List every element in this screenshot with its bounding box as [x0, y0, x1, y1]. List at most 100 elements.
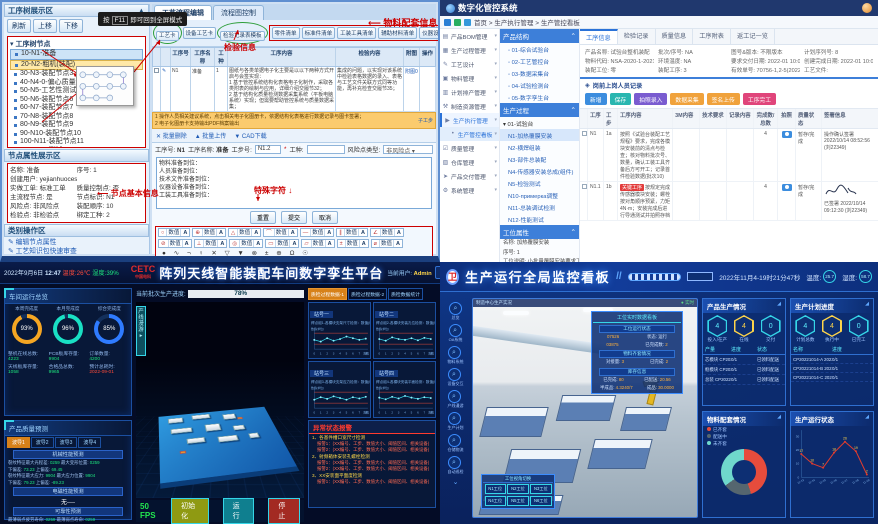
figure-link[interactable]: 附图0 — [404, 67, 420, 111]
sidebar-item[interactable]: ▧仓库管理▾ — [440, 155, 499, 169]
sidebar-item[interactable]: ⚒制造资源管理▾ — [440, 99, 499, 113]
sidebar-tool[interactable]: ⌕产线漫游 — [448, 390, 464, 409]
process-tree-item[interactable]: N5-检验测试 — [500, 177, 579, 189]
batch-action-link[interactable]: ▲ 批量上传 — [195, 131, 227, 140]
window-color-square[interactable] — [444, 19, 451, 26]
sidebar-item[interactable]: ▦生产过程管理▾ — [440, 43, 499, 57]
toolbar-button[interactable]: 标准件清单 — [302, 27, 336, 39]
glyph-button[interactable]: ▼ — [237, 250, 246, 257]
mes-tab[interactable]: 质量信息 — [656, 29, 694, 44]
viewpoint-button[interactable]: N6工位 — [530, 496, 551, 506]
glyph-button[interactable]: ▽ — [225, 250, 233, 257]
form-button[interactable]: 提交 — [281, 211, 307, 224]
sim-button[interactable]: 停止 — [268, 498, 300, 524]
special-char-button[interactable]: ◎数值A — [229, 239, 263, 248]
tree-root[interactable]: ▾ 01-试验台 — [500, 117, 579, 129]
workshop-camera-view[interactable]: 制造中心生产实况● 实时 工位实时数据看板工位运行状态07526状态: 运行03… — [472, 298, 698, 518]
worktype-input[interactable] — [307, 145, 345, 154]
form-button[interactable]: 取消 — [312, 211, 338, 224]
action-button[interactable]: 签名上传 — [707, 93, 740, 105]
sidebar-tool[interactable]: ⌕生产计划 — [448, 412, 464, 431]
toolbar-button[interactable]: 工艺卡 — [156, 31, 179, 41]
product-tree-item[interactable]: ◦ 01-综合试验台 — [500, 43, 579, 55]
special-char-button[interactable]: ○数值A — [158, 228, 190, 237]
special-char-button[interactable]: —数值A — [300, 228, 335, 237]
process-tree-item[interactable]: N1-加热覆膜安装 — [500, 129, 579, 141]
sidebar-item[interactable]: ☑质量管理▾ — [440, 141, 499, 155]
process-tree-item[interactable]: N4-传感器安装总成(组件) — [500, 165, 579, 177]
section-button[interactable]: 可靠性预测 — [13, 507, 123, 516]
collapse-icon[interactable]: ⌃ — [571, 32, 576, 40]
process-tree-item[interactable]: N10-примерка调整 — [500, 189, 579, 201]
sidebar-item[interactable]: ▣物料管理▾ — [440, 71, 499, 85]
viewpoint-button[interactable]: N3工位 — [530, 484, 551, 494]
tree-root[interactable]: ▾ 工序树节点 — [10, 39, 143, 49]
waveguide-tab[interactable]: 波导4 — [78, 437, 101, 448]
special-char-button[interactable]: ±数值A — [337, 239, 369, 248]
sidebar-tool[interactable]: ⌕物料系统 — [448, 346, 464, 365]
sidebar-item[interactable]: ▶生产执行管理▾ — [440, 113, 499, 127]
mes-tab[interactable]: 返工记一览 — [731, 29, 775, 44]
glyph-button[interactable]: ∿ — [174, 250, 182, 257]
glyph-button[interactable]: ✕ — [211, 250, 219, 257]
ops-link[interactable]: ✎ 工艺知识包快速审查 — [8, 247, 145, 256]
toolbar-button[interactable]: 设备工艺卡 — [183, 27, 217, 39]
twin-3d-scene[interactable] — [136, 302, 304, 498]
action-button[interactable]: 数据采集 — [670, 93, 703, 105]
special-char-button[interactable]: ▱数值A — [301, 239, 334, 248]
quality-data-tab[interactable]: 质检数据统计 — [388, 288, 423, 300]
glyph-button[interactable]: Ω — [290, 250, 298, 257]
product-tree-item[interactable]: ◦ 03-数据采集台 — [500, 67, 579, 79]
special-char-button[interactable]: △数值A — [228, 228, 261, 237]
action-button[interactable]: 拍照录入 — [634, 93, 667, 105]
special-char-button[interactable]: ⌒数值A — [263, 228, 298, 237]
quality-data-tab[interactable]: 质检过程数据-2 — [348, 288, 387, 300]
ops-link[interactable]: ✎ 编辑节点属性 — [8, 238, 145, 247]
batch-action-link[interactable]: ▼ CAD下载 — [234, 131, 266, 140]
toolbar-button[interactable]: 零件清单 — [272, 27, 300, 39]
sidebar-tool[interactable]: ⌕设备交互 — [448, 368, 464, 387]
sidebar-item[interactable]: ⚙系统管理▾ — [440, 183, 499, 197]
product-tree-item[interactable]: ◦ 02-工艺管控台 — [500, 55, 579, 67]
glyph-button[interactable]: ¬ — [187, 250, 194, 257]
glyph-button[interactable]: ⊕ — [276, 250, 284, 257]
line-roam-tab[interactable]: 产线漫游▸ — [136, 306, 146, 356]
special-char-button[interactable]: ⊘数值A — [158, 239, 192, 248]
glyph-button[interactable]: ● — [162, 250, 169, 257]
viewpoint-button[interactable]: N1工位 — [485, 484, 506, 494]
window-color-square[interactable] — [454, 19, 461, 26]
step-content-textarea[interactable]: 物料准备到位： 人员准备到位： 技术文件准备到位： 仪器设备准备到位： 工装工具… — [156, 157, 432, 209]
tree-toolbar-button[interactable]: 下移 — [59, 19, 83, 33]
editor-tab[interactable]: 流程图控制 — [213, 5, 264, 20]
row-checkbox[interactable] — [154, 68, 159, 73]
waveguide-tab[interactable]: 波导1 — [7, 437, 30, 448]
row-checkbox[interactable] — [582, 131, 587, 136]
substep-row[interactable]: 1 操作人员相关建议系统，点击相关电子化图册卡，依据结构化表格进行数据记录与图卡… — [152, 112, 436, 129]
tree-item[interactable]: 10-N1-准备 — [10, 49, 143, 60]
process-tree-item[interactable]: N12-性能测试 — [500, 213, 579, 225]
camera-icon[interactable] — [782, 184, 792, 191]
section-button[interactable]: 机械性能预测 — [13, 450, 123, 459]
viewpoint-button[interactable]: N5工位 — [507, 496, 528, 506]
collapse-icon[interactable]: ⌃ — [571, 228, 576, 236]
search-box[interactable] — [687, 272, 713, 281]
product-tree-item[interactable]: ◦ 05-数字孪生台 — [500, 91, 579, 103]
special-char-button[interactable]: ⊥数值A — [194, 239, 228, 248]
batch-action-link[interactable]: ✕ 批量删除 — [156, 131, 187, 140]
viewpoint-button[interactable]: N2工位 — [507, 484, 528, 494]
process-tree-item[interactable]: N3-部件总装配 — [500, 153, 579, 165]
special-char-button[interactable]: ▭数值A — [265, 239, 299, 248]
special-char-button[interactable]: ∠数值A — [370, 228, 404, 237]
collapse-icon[interactable]: ⌃ — [571, 106, 576, 114]
sidebar-item[interactable]: ▥计划排产管理▾ — [440, 85, 499, 99]
camera-icon[interactable] — [782, 131, 792, 138]
form-button[interactable]: 重置 — [250, 211, 276, 224]
mes-tab[interactable]: 检验记录 — [618, 29, 656, 44]
product-tree-item[interactable]: ◦ 04-试验检测台 — [500, 79, 579, 91]
glyph-button[interactable]: ☉ — [302, 250, 311, 257]
viewpoint-button[interactable]: N4工位 — [485, 496, 506, 506]
mes-tab[interactable]: 工序信息 — [580, 29, 618, 44]
table-row[interactable]: N11a按照《试验台装配工艺规程》要求，完成各模块安装前的清点与检查；核对物料批… — [580, 129, 878, 182]
waveguide-tab[interactable]: 波导2 — [31, 437, 54, 448]
sidebar-item[interactable]: ▤产品BOM管理▾ — [440, 29, 499, 43]
